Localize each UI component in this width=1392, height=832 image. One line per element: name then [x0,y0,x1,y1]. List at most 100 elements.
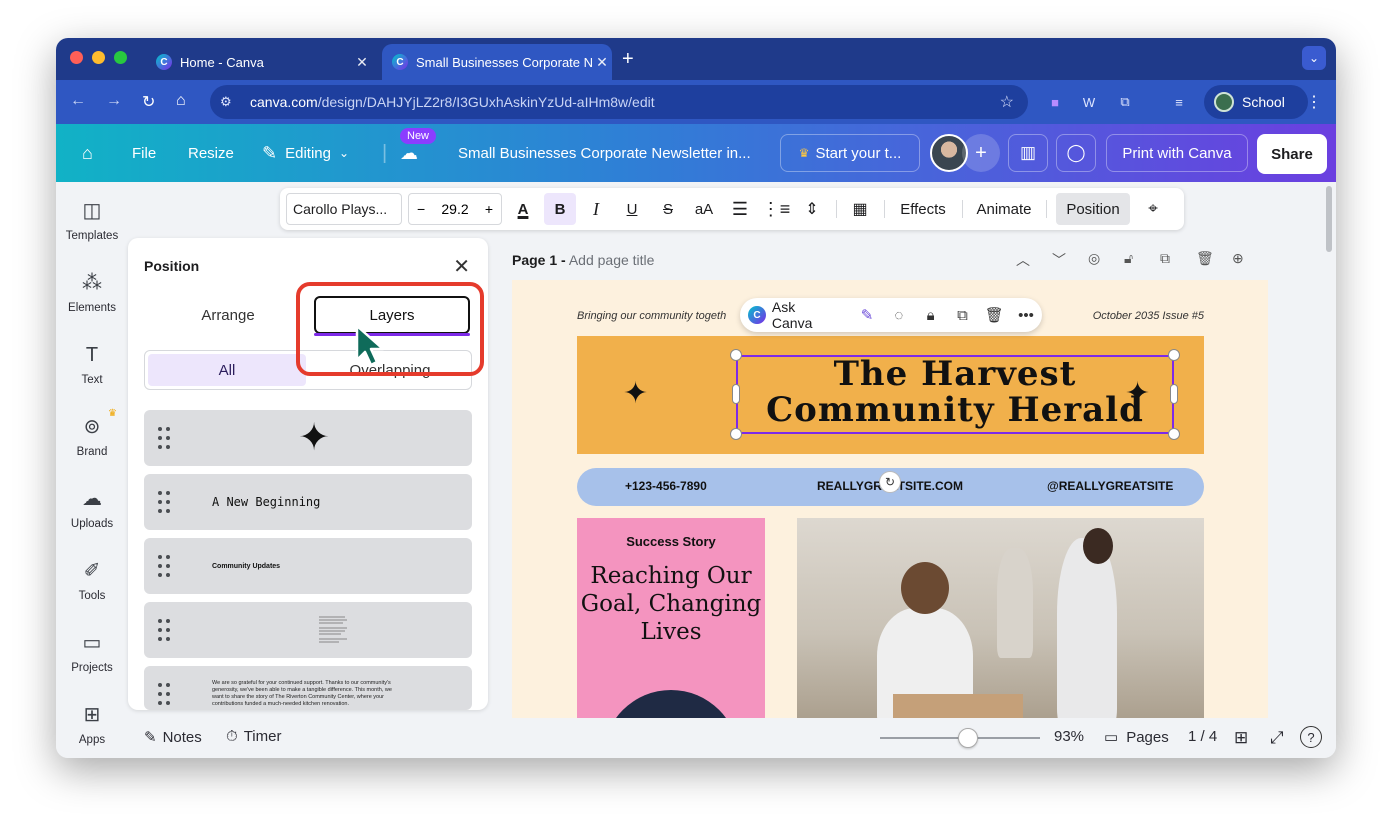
close-tab-icon[interactable]: ✕ [592,54,612,71]
animate-button[interactable]: Animate [970,188,1038,230]
underline-icon[interactable]: U [616,188,648,230]
help-icon[interactable]: ? [1300,726,1322,748]
chevron-down-icon[interactable]: ﹀ [1052,250,1066,270]
newsletter-page[interactable]: Bringing our community togeth October 20… [512,280,1268,718]
layer-item[interactable]: A New Beginning [144,474,472,530]
editing-mode-button[interactable]: ✎ Editing ⌄ [262,124,349,182]
browser-tab-design[interactable]: C Small Businesses Corporate N ✕ [382,44,612,80]
layer-item[interactable]: We are so grateful for your continued su… [144,666,472,710]
bookmark-star-icon[interactable]: ☆ [1000,92,1014,112]
layer-item[interactable]: ✦ [144,410,472,466]
grid-view-icon[interactable]: ⊞ [1234,728,1248,748]
zoom-level[interactable]: 93% [1054,728,1084,745]
delete-page-icon[interactable]: 🗑︎ [1196,250,1214,267]
resize-handle[interactable] [730,428,742,440]
chevron-up-icon[interactable]: ︿ [1016,250,1030,270]
list-icon[interactable]: ⋮≡ [760,188,792,230]
home-button[interactable]: ⌂ [82,124,93,182]
paint-format-icon[interactable]: ⌖ [1138,188,1168,230]
address-bar[interactable]: ⚙ canva.com/design/DAHJYjLZ2r8/I3GUxhAsk… [210,85,1028,119]
align-center-icon[interactable]: ☰ [724,188,756,230]
rail-tools[interactable]: ✐ Tools [56,558,128,628]
spacing-icon[interactable]: ⇕ [796,188,828,230]
lock-page-icon[interactable]: 🔓︎ [1124,250,1133,267]
reading-list-icon[interactable]: ≡ [1168,91,1190,113]
bold-icon[interactable]: B [544,193,576,225]
filter-all[interactable]: All [148,354,306,386]
volunteers-photo[interactable] [797,518,1204,718]
font-family-select[interactable]: Carollo Plays... [286,193,402,225]
extensions-puzzle-icon[interactable]: ⧉ [1114,91,1136,113]
resize-button[interactable]: Resize [188,124,234,182]
rail-uploads[interactable]: ☁ Uploads [56,486,128,556]
magic-write-icon[interactable]: ✎ [851,306,883,324]
file-menu-button[interactable]: File [132,124,156,182]
sparkle-icon[interactable]: ✦ [623,376,648,411]
layer-item[interactable] [144,602,472,658]
issue-text[interactable]: October 2035 Issue #5 [1093,310,1204,322]
title-banner[interactable]: ✦ ✦ The Harvest Community Herald [577,336,1204,454]
ask-canva-button[interactable]: Ask Canva [772,299,839,331]
resize-handle[interactable] [1170,384,1178,404]
social-handle-text[interactable]: @REALLYGREATSITE [1047,479,1173,493]
font-size-stepper[interactable]: − 29.2 + [408,193,502,225]
strikethrough-icon[interactable]: S [652,188,684,230]
resize-handle[interactable] [1168,349,1180,361]
new-tab-button[interactable]: + [622,48,634,71]
profile-button[interactable]: School [1204,85,1308,119]
story-image-circle[interactable] [603,690,739,718]
duplicate-page-icon[interactable]: ⧉ [1160,250,1170,267]
insights-chart-icon[interactable]: ▥ [1008,134,1048,172]
drag-handle-icon[interactable] [158,427,170,449]
transparency-icon[interactable]: ▦ [844,188,876,230]
effects-button[interactable]: Effects [892,188,954,230]
print-with-canva-button[interactable]: Print with Canva [1106,134,1248,172]
close-icon[interactable]: ✕ [453,254,470,279]
duplicate-icon[interactable]: ⧉ [947,307,979,324]
rail-brand[interactable]: ⊚ Brand ♛ [56,408,128,484]
font-size-value[interactable]: 29.2 [441,201,468,217]
forward-icon[interactable]: → [106,92,122,110]
italic-icon[interactable]: I [580,188,612,230]
tagline-text[interactable]: Bringing our community togeth [577,310,726,322]
tab-arrange[interactable]: Arrange [144,296,312,334]
extension-vv-icon[interactable]: W [1078,91,1100,113]
hide-page-icon[interactable]: ◎ [1088,250,1100,267]
contact-bar[interactable]: +123-456-7890 REALLYGREATSITE.COM @REALL… [577,468,1204,506]
home-icon[interactable]: ⌂ [176,92,186,110]
drag-handle-icon[interactable] [158,683,170,705]
letter-case-icon[interactable]: aA [688,188,720,230]
decrease-size-icon[interactable]: − [417,201,425,217]
pages-button[interactable]: ▭ Pages [1104,728,1169,747]
rotate-handle-icon[interactable]: ↻ [879,471,901,493]
rail-apps[interactable]: ⊞ Apps [56,702,128,758]
position-button[interactable]: Position [1056,193,1130,225]
add-page-icon[interactable]: ⊕ [1232,250,1244,267]
zoom-slider-knob[interactable] [958,728,978,748]
close-window-button[interactable] [70,51,83,64]
delete-icon[interactable]: 🗑︎ [978,306,1010,324]
comment-icon[interactable]: ◯ [1056,134,1096,172]
share-button[interactable]: Share [1257,134,1327,174]
drag-handle-icon[interactable] [158,491,170,513]
vertical-scrollbar[interactable] [1326,186,1332,252]
minimize-window-button[interactable] [92,51,105,64]
back-icon[interactable]: ← [70,92,86,110]
text-color-icon[interactable]: A [508,188,538,230]
story-title[interactable]: Reaching Our Goal, Changing Lives [577,562,765,646]
start-trial-button[interactable]: ♛ Start your t... [780,134,920,172]
drag-handle-icon[interactable] [158,555,170,577]
maximize-window-button[interactable] [114,51,127,64]
notes-button[interactable]: ✎ Notes [144,728,202,747]
document-title[interactable]: Small Businesses Corporate Newsletter in… [458,124,751,182]
resize-handle[interactable] [732,384,740,404]
add-comment-icon[interactable]: ◌ [883,307,915,324]
page-title-input[interactable]: Add page title [569,252,655,268]
resize-handle[interactable] [1168,428,1180,440]
increase-size-icon[interactable]: + [485,201,493,217]
layer-item[interactable]: Community Updates [144,538,472,594]
phone-text[interactable]: +123-456-7890 [625,479,707,493]
rail-templates[interactable]: ◫ Templates [56,198,128,268]
drag-handle-icon[interactable] [158,619,170,641]
lock-icon[interactable]: 🔒︎ [915,307,947,324]
